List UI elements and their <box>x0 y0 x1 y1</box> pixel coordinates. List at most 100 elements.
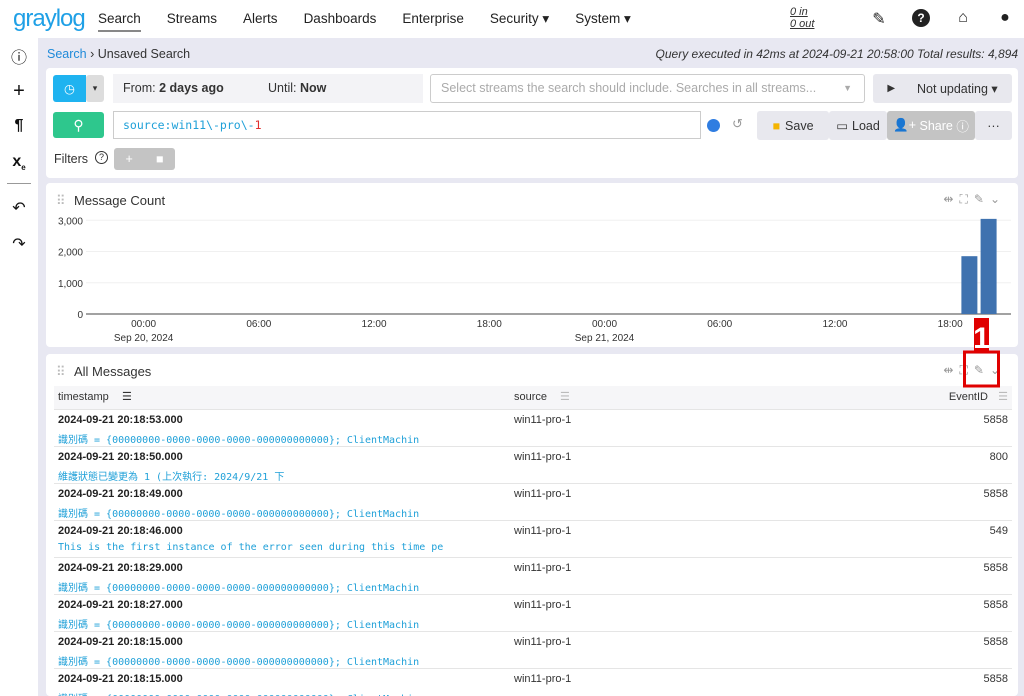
undo-icon[interactable]: ↶ <box>0 198 38 218</box>
x-tick-label: 00:00 <box>592 319 617 330</box>
search-bar-panel: ◷ ▾ From: 2 days ago Until: Now Select s… <box>46 68 1018 178</box>
table-row[interactable]: 2024-09-21 20:18:50.000 維護狀態已變更為 1 (上次執行… <box>54 446 1012 483</box>
sort-icon[interactable]: ☰ <box>998 386 1008 409</box>
cell-message: 識別碼 = {00000000-0000-0000-0000-000000000… <box>58 509 420 520</box>
x-tick-label: 06:00 <box>246 319 271 330</box>
throughput-out: 0 out <box>790 18 815 30</box>
drag-handle-icon[interactable]: ⠿ <box>56 364 66 380</box>
query-text-end: 1 <box>254 118 262 132</box>
widget-actions: ⇹⛶✎⌄ <box>943 363 1006 378</box>
graylog-logo[interactable]: graylog <box>13 5 98 33</box>
load-button[interactable]: ▭ Load <box>829 111 887 140</box>
column-eventid[interactable]: EventID <box>949 386 988 409</box>
cell-eventid: 800 <box>989 451 1008 463</box>
cell-message: 識別碼 = {00000000-0000-0000-0000-000000000… <box>58 583 420 594</box>
time-range-dropdown[interactable]: ▾ <box>86 75 104 102</box>
add-filter-button[interactable]: + ■ <box>114 148 175 170</box>
folder-icon: ▭ <box>836 119 848 133</box>
help-icon[interactable]: ? <box>912 9 930 27</box>
search-button[interactable]: ⚲ <box>53 112 104 138</box>
edit-icon[interactable]: ✎ <box>974 363 990 377</box>
cell-source: win11-pro-1 <box>514 673 572 685</box>
cell-eventid: 5858 <box>983 414 1008 426</box>
y-tick-label: 3,000 <box>58 216 83 227</box>
nav-dashboards[interactable]: Dashboards <box>304 7 377 32</box>
sort-icon[interactable]: ☰ <box>560 386 570 409</box>
sync-icon[interactable]: ⇹ <box>943 363 959 377</box>
folder-icon: ■ <box>155 152 164 166</box>
filters-help-icon[interactable]: ? <box>95 151 108 164</box>
cell-timestamp: 2024-09-21 20:18:49.000 <box>58 488 183 500</box>
save-button[interactable]: ■ Save <box>757 111 829 140</box>
nav-streams[interactable]: Streams <box>167 7 217 32</box>
more-actions-button[interactable]: ··· <box>975 111 1012 140</box>
table-row[interactable]: 2024-09-21 20:18:27.000 識別碼 = {00000000-… <box>54 594 1012 631</box>
time-range-display[interactable]: From: 2 days ago Until: Now <box>113 74 423 103</box>
nav-security[interactable]: Security ▾ <box>490 7 549 32</box>
cell-message: 識別碼 = {00000000-0000-0000-0000-000000000… <box>58 620 420 631</box>
cell-timestamp: 2024-09-21 20:18:27.000 <box>58 599 183 611</box>
all-messages-widget: ⠿ All Messages ⇹⛶✎⌄ timestamp ☰ source ☰ E… <box>46 354 1018 696</box>
paragraph-icon[interactable]: ¶ <box>0 117 38 135</box>
table-row[interactable]: 2024-09-21 20:18:29.000 識別碼 = {00000000-… <box>54 557 1012 594</box>
table-row[interactable]: 2024-09-21 20:18:49.000 識別碼 = {00000000-… <box>54 483 1012 520</box>
chevron-down-icon[interactable]: ⌄ <box>990 363 1006 377</box>
fullscreen-icon[interactable]: ⛶ <box>959 363 973 377</box>
column-source[interactable]: source <box>514 386 547 409</box>
cell-source: win11-pro-1 <box>514 451 572 463</box>
top-nav: graylog Search Streams Alerts Dashboards… <box>0 0 1024 38</box>
cell-eventid: 5858 <box>983 488 1008 500</box>
cell-source: win11-pro-1 <box>514 599 572 611</box>
query-info: Query executed in 42ms at 2024-09-21 20:… <box>655 47 1018 61</box>
query-validation-icon[interactable] <box>707 119 720 132</box>
divider <box>7 183 31 184</box>
bar <box>980 218 997 314</box>
refresh-label: Not updating <box>917 81 988 96</box>
refresh-toggle[interactable]: ▶ Not updating ▾ <box>873 74 1012 103</box>
plus-icon[interactable]: + <box>0 80 38 103</box>
table-row[interactable]: 2024-09-21 20:18:15.000 識別碼 = {00000000-… <box>54 668 1012 696</box>
cell-timestamp: 2024-09-21 20:18:46.000 <box>58 525 183 537</box>
load-label: Load <box>852 118 880 133</box>
nav-alerts[interactable]: Alerts <box>243 7 278 32</box>
nav-enterprise[interactable]: Enterprise <box>402 7 464 32</box>
nav-system[interactable]: System ▾ <box>575 7 631 32</box>
query-input[interactable]: source:win11\-pro\-1 <box>113 111 701 139</box>
info-icon[interactable]: ⓘ <box>0 44 38 68</box>
redo-icon[interactable]: ↷ <box>0 234 38 254</box>
home-icon[interactable]: ⌂ <box>954 9 972 27</box>
cell-eventid: 5858 <box>983 599 1008 611</box>
share-label: Share <box>919 118 953 133</box>
throughput[interactable]: 0 in 0 out <box>790 6 814 30</box>
cell-timestamp: 2024-09-21 20:18:50.000 <box>58 451 183 463</box>
share-button[interactable]: 👤+ Share ⓘ <box>887 111 975 140</box>
table-row[interactable]: 2024-09-21 20:18:53.000 識別碼 = {00000000-… <box>54 409 1012 446</box>
table-row[interactable]: 2024-09-21 20:18:15.000 識別碼 = {00000000-… <box>54 631 1012 668</box>
until-label: Until: <box>268 81 297 95</box>
cell-source: win11-pro-1 <box>514 525 572 537</box>
until-value: Now <box>299 81 327 95</box>
cell-timestamp: 2024-09-21 20:18:29.000 <box>58 562 183 574</box>
nav-search[interactable]: Search <box>98 7 141 32</box>
play-icon: ▶ <box>887 83 896 94</box>
y-tick-label: 2,000 <box>58 248 83 259</box>
sort-icon[interactable]: ☰ <box>122 386 132 409</box>
cell-eventid: 5858 <box>983 636 1008 648</box>
time-range-clock-icon[interactable]: ◷ <box>53 75 86 102</box>
y-tick-label: 1,000 <box>58 279 83 290</box>
chevron-down-icon: ▼ <box>843 83 852 93</box>
breadcrumb-search[interactable]: Search <box>47 47 87 61</box>
edit-icon[interactable]: ✎ <box>870 9 888 28</box>
cell-message: 維護狀態已變更為 1 (上次執行: 2024/9/21 下 <box>58 472 285 483</box>
column-timestamp[interactable]: timestamp <box>58 386 109 409</box>
history-icon[interactable]: ↺ <box>732 116 743 132</box>
user-icon[interactable]: ● <box>996 9 1014 27</box>
breadcrumb: Search › Unsaved Search <box>47 47 191 61</box>
streams-select[interactable]: Select streams the search should include… <box>430 74 865 103</box>
cell-source: win11-pro-1 <box>514 636 572 648</box>
cell-source: win11-pro-1 <box>514 488 572 500</box>
formula-icon[interactable]: xe <box>0 153 38 172</box>
table-row[interactable]: 2024-09-21 20:18:46.000 This is the firs… <box>54 520 1012 557</box>
bar <box>961 256 978 314</box>
cell-timestamp: 2024-09-21 20:18:15.000 <box>58 673 183 685</box>
